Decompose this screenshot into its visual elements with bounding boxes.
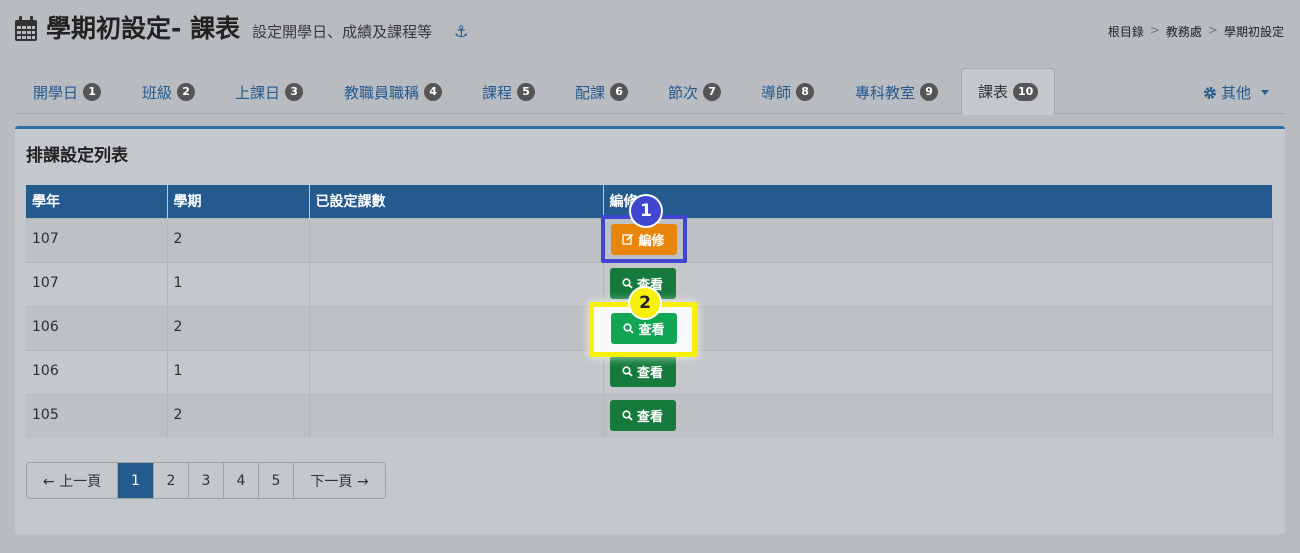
cell-year: 106 [26,349,168,394]
tab-label: 班級 [142,83,173,102]
step-marker-1: 1 [631,196,661,226]
other-dropdown-label: 其他 [1220,84,1251,102]
tab-label: 配課 [575,83,606,102]
cell-term: 2 [167,217,310,262]
cell-count [309,261,604,306]
tab-staff-titles[interactable]: 教職員職稱 4 [344,78,443,106]
tab-courses[interactable]: 課程 5 [482,78,536,106]
tab-bar: 開學日 1 班級 2 上課日 3 教職員職稱 4 課程 5 配課 6 節次 7 導師 8 專科教… [15,68,1285,115]
tab-label: 專科教室 [855,83,916,102]
next-page-button[interactable]: 下一頁 → [294,463,385,498]
tab-label: 上課日 [235,83,281,102]
tab-badge: 5 [517,83,536,101]
page-subtitle: 設定開學日、成績及課程等 [252,23,433,41]
view-button-label: 查看 [638,322,665,337]
gear-icon [1203,86,1216,99]
tab-label: 導師 [761,83,792,102]
tab-start-date[interactable]: 開學日 1 [33,78,102,106]
tab-badge: 10 [1013,82,1039,101]
tab-badge: 4 [424,83,443,101]
search-icon [622,409,633,421]
breadcrumb-root[interactable]: 根目錄 [1108,23,1144,40]
view-button-label: 查看 [636,408,663,424]
step-marker-2: 2 [630,288,660,318]
search-icon [623,323,635,334]
cell-term: 2 [167,305,310,350]
calendar-icon [15,16,37,41]
tab-label: 開學日 [33,83,79,102]
breadcrumb-separator: > [1207,23,1218,37]
cell-year: 106 [26,305,168,350]
tab-badge: 3 [285,83,304,101]
cell-count [309,349,604,394]
search-icon [622,365,633,377]
tab-timetable[interactable]: 課表 10 [961,68,1056,115]
tab-label: 教職員職稱 [344,83,420,102]
table-row: 105 2 查看 [26,393,1273,438]
cell-count [309,305,604,350]
page-3-button[interactable]: 3 [189,463,224,498]
breadcrumb: 根目錄 > 教務處 > 學期初設定 [1108,23,1284,40]
cell-action: 查看 [603,393,1273,438]
cell-action: 查看 [603,349,1273,394]
cell-year: 107 [26,261,168,306]
tab-badge: 6 [610,83,629,101]
column-header-action: 編修 [603,185,1273,218]
view-button[interactable]: 查看 [609,399,676,431]
tab-label: 課表 [978,83,1009,101]
tab-periods[interactable]: 節次 7 [668,78,722,106]
anchor-icon[interactable]: ⚓ [454,20,468,44]
page-title: 學期初設定- 課表 [46,14,241,43]
tab-classes[interactable]: 班級 2 [142,78,196,106]
breadcrumb-dept[interactable]: 教務處 [1166,23,1202,40]
cell-term: 1 [167,349,310,394]
breadcrumb-separator: > [1149,23,1160,37]
tab-special-rooms[interactable]: 專科教室 9 [855,78,939,106]
tab-badge: 2 [177,83,196,101]
cell-year: 105 [26,393,168,438]
tab-badge: 9 [920,83,939,101]
page-1-button[interactable]: 1 [118,463,154,498]
cell-action: 查看 [603,261,1273,306]
view-button[interactable]: 查看 [609,355,676,387]
tab-assign-courses[interactable]: 配課 6 [575,78,629,106]
column-header-term: 學期 [167,185,310,218]
cell-term: 1 [167,261,310,306]
title-wrap: 學期初設定- 課表 設定開學日、成績及課程等 ⚓ [14,14,468,44]
panel-title: 排課設定列表 [26,146,128,166]
column-header-year: 學年 [26,185,168,218]
tab-school-days[interactable]: 上課日 3 [235,78,304,106]
cell-count [309,393,604,438]
column-header-count: 已設定課數 [309,185,604,218]
page-4-button[interactable]: 4 [224,463,259,498]
breadcrumb-current: 學期初設定 [1223,25,1284,39]
tab-badge: 7 [703,83,722,101]
view-button-label: 查看 [636,364,663,380]
cell-action [603,305,1273,350]
tab-tutors[interactable]: 導師 8 [761,78,815,106]
page-5-button[interactable]: 5 [259,463,294,498]
cell-action: 編修 [603,217,1273,262]
page-header: 學期初設定- 課表 設定開學日、成績及課程等 ⚓ 根目錄 > 教務處 > 學期初… [0,0,1300,64]
page-2-button[interactable]: 2 [154,463,189,498]
prev-page-button[interactable]: ← 上一頁 [27,463,118,498]
other-dropdown[interactable]: 其他 [1203,82,1269,103]
cell-term: 2 [167,393,310,438]
cell-count [309,217,604,262]
tab-badge: 8 [796,83,815,101]
tab-label: 節次 [668,83,699,102]
caret-down-icon [1261,90,1269,95]
tab-label: 課程 [482,83,513,102]
tab-badge: 1 [83,83,102,101]
pagination: ← 上一頁 1 2 3 4 5 下一頁 → [26,462,386,499]
cell-year: 107 [26,217,168,262]
search-icon [622,277,633,289]
